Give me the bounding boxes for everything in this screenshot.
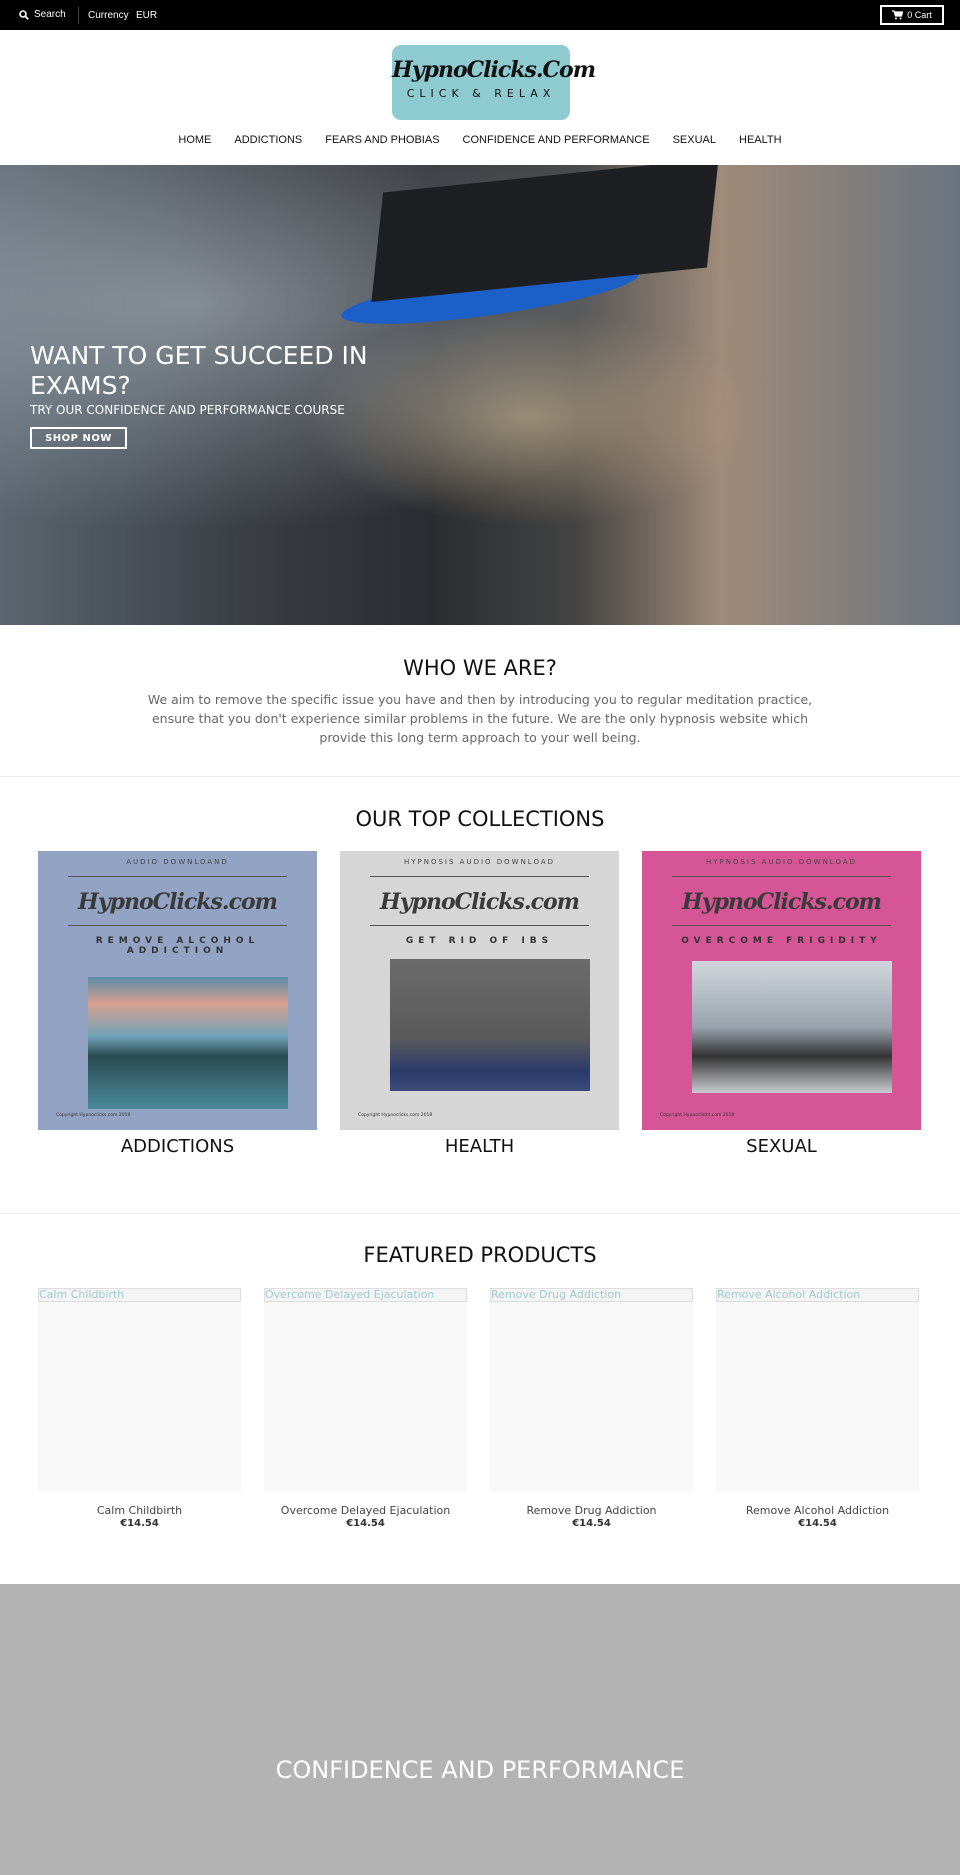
hero-headline: WANT TO GET SUCCEED IN EXAMS? bbox=[30, 341, 368, 400]
product-image[interactable]: Overcome Delayed Ejaculation bbox=[264, 1288, 467, 1491]
collection-card[interactable]: HYPNOSIS AUDIO DOWNLOAD HypnoClicks.com … bbox=[642, 851, 921, 1130]
cover-rule bbox=[672, 876, 891, 877]
product-name[interactable]: Overcome Delayed Ejaculation bbox=[264, 1504, 467, 1517]
collections-title: OUR TOP COLLECTIONS bbox=[355, 807, 605, 831]
hero-banner: WANT TO GET SUCCEED IN EXAMS? TRY OUR CO… bbox=[0, 165, 960, 625]
featured-title: FEATURED PRODUCTS bbox=[363, 1243, 597, 1267]
cover-brand: HypnoClicks.com bbox=[682, 889, 882, 915]
about-title: WHO WE ARE? bbox=[403, 656, 557, 680]
currency-label: Currency bbox=[88, 10, 129, 21]
cover-subtitle: GET RID OF IBS bbox=[405, 936, 554, 946]
cover-copyright: Copyright Hypnoclicks.com 2018 bbox=[660, 1113, 735, 1118]
collection-label[interactable]: ADDICTIONS bbox=[38, 1136, 317, 1157]
cover-copyright: Copyright Hypnoclicks.com 2018 bbox=[56, 1113, 131, 1118]
product-name[interactable]: Remove Drug Addiction bbox=[490, 1504, 693, 1517]
nav-health[interactable]: HEALTH bbox=[739, 134, 782, 146]
search-label: Search bbox=[34, 9, 66, 20]
collection-card[interactable]: HYPNOSIS AUDIO DOWNLOAD HypnoClicks.com … bbox=[340, 851, 619, 1130]
cover-rule bbox=[68, 876, 287, 877]
product-image[interactable]: Remove Drug Addiction bbox=[490, 1288, 693, 1491]
product-name[interactable]: Calm Childbirth bbox=[38, 1504, 241, 1517]
product-image-alt: Remove Alcohol Addiction bbox=[716, 1288, 919, 1302]
cover-rule bbox=[68, 925, 287, 926]
product-image-alt: Overcome Delayed Ejaculation bbox=[264, 1288, 467, 1302]
cover-rule bbox=[672, 925, 891, 926]
top-bar: Search Currency EUR 0 Cart bbox=[0, 0, 960, 30]
divider bbox=[0, 776, 960, 777]
product-image[interactable]: Calm Childbirth bbox=[38, 1288, 241, 1491]
product-image[interactable]: Remove Alcohol Addiction bbox=[716, 1288, 919, 1491]
nav-fears-and-phobias[interactable]: FEARS AND PHOBIAS bbox=[325, 134, 439, 146]
cart-label: 0 Cart bbox=[907, 10, 932, 20]
main-nav: HOME ADDICTIONS FEARS AND PHOBIAS CONFID… bbox=[0, 134, 960, 146]
collection-label[interactable]: SEXUAL bbox=[642, 1136, 921, 1157]
cover-subtitle: OVERCOME FRIGIDITY bbox=[681, 936, 882, 946]
divider bbox=[0, 1213, 960, 1214]
product-name[interactable]: Remove Alcohol Addiction bbox=[716, 1504, 919, 1517]
cover-image bbox=[88, 977, 288, 1109]
cover-subtitle: REMOVE ALCOHOL ADDICTION bbox=[95, 936, 260, 956]
shop-now-button[interactable]: SHOP NOW bbox=[30, 427, 127, 449]
cart-icon bbox=[892, 10, 904, 20]
logo[interactable]: HypnoClicks.Com CLICK & RELAX bbox=[392, 45, 596, 120]
nav-addictions[interactable]: ADDICTIONS bbox=[234, 134, 302, 146]
divider bbox=[78, 7, 79, 24]
product-image-alt: Calm Childbirth bbox=[38, 1288, 241, 1302]
collection-card[interactable]: AUDIO DOWNLOAND HypnoClicks.com REMOVE A… bbox=[38, 851, 317, 1130]
cart-button[interactable]: 0 Cart bbox=[880, 5, 944, 25]
logo-tagline: CLICK & RELAX bbox=[406, 87, 556, 100]
product-price: €14.54 bbox=[572, 1518, 611, 1529]
about-text: We aim to remove the specific issue you … bbox=[147, 692, 813, 745]
collection-banner[interactable]: CONFIDENCE AND PERFORMANCE bbox=[0, 1584, 960, 1875]
logo-title: HypnoClicks.Com bbox=[392, 57, 596, 83]
nav-home[interactable]: HOME bbox=[178, 134, 211, 146]
cover-rule bbox=[370, 925, 589, 926]
cover-top-text: HYPNOSIS AUDIO DOWNLOAD bbox=[705, 858, 858, 866]
cover-image bbox=[692, 961, 892, 1093]
product-price: €14.54 bbox=[798, 1518, 837, 1529]
cover-copyright: Copyright Hypnoclicks.com 2018 bbox=[358, 1113, 433, 1118]
nav-confidence-and-performance[interactable]: CONFIDENCE AND PERFORMANCE bbox=[463, 134, 650, 146]
nav-sexual[interactable]: SEXUAL bbox=[673, 134, 716, 146]
product-price: €14.54 bbox=[346, 1518, 385, 1529]
banner-title: CONFIDENCE AND PERFORMANCE bbox=[275, 1756, 685, 1784]
product-price: €14.54 bbox=[120, 1518, 159, 1529]
product-image-alt: Remove Drug Addiction bbox=[490, 1288, 693, 1302]
cover-rule bbox=[370, 876, 589, 877]
cover-brand: HypnoClicks.com bbox=[380, 889, 580, 915]
cover-top-text: HYPNOSIS AUDIO DOWNLOAD bbox=[403, 858, 556, 866]
search-icon bbox=[19, 9, 29, 20]
search-button[interactable]: Search bbox=[19, 9, 66, 20]
currency-select[interactable]: EUR bbox=[136, 10, 157, 21]
cover-top-text: AUDIO DOWNLOAND bbox=[126, 858, 229, 866]
hero-subtitle: TRY OUR CONFIDENCE AND PERFORMANCE COURS… bbox=[30, 403, 345, 417]
cover-brand: HypnoClicks.com bbox=[78, 889, 278, 915]
collection-label[interactable]: HEALTH bbox=[340, 1136, 619, 1157]
cover-image bbox=[390, 959, 590, 1091]
